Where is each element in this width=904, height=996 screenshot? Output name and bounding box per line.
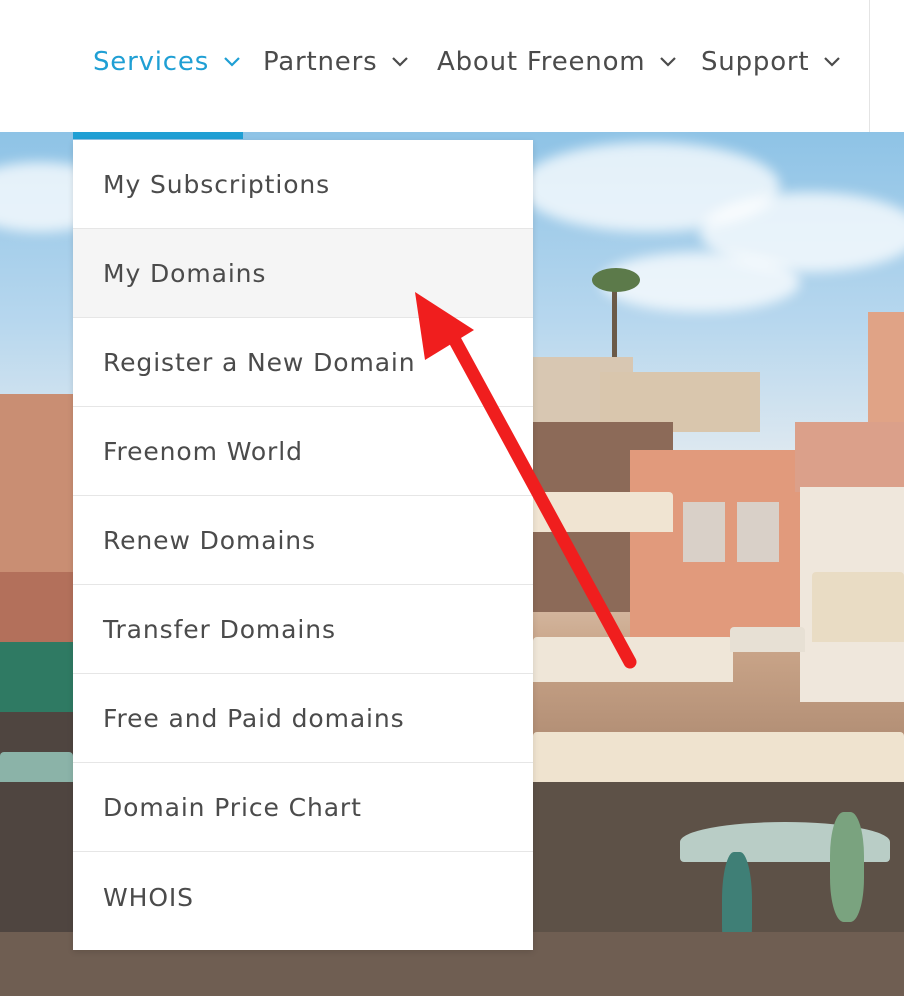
- menu-item-label: Freenom World: [103, 436, 303, 466]
- menu-item-label: Domain Price Chart: [103, 792, 362, 822]
- menu-item-renew-domains[interactable]: Renew Domains: [73, 496, 533, 585]
- menu-item-my-subscriptions[interactable]: My Subscriptions: [73, 140, 533, 229]
- nav-partners[interactable]: Partners: [263, 40, 409, 84]
- nav-support-label: Support: [701, 47, 810, 77]
- menu-item-label: My Subscriptions: [103, 169, 331, 199]
- menu-item-label: Free and Paid domains: [103, 703, 405, 733]
- nav-services[interactable]: Services: [93, 40, 241, 84]
- menu-item-freenom-world[interactable]: Freenom World: [73, 407, 533, 496]
- nav-services-label: Services: [93, 47, 210, 77]
- menu-item-whois[interactable]: WHOIS: [73, 852, 533, 942]
- menu-item-label: Transfer Domains: [103, 614, 336, 644]
- menu-item-label: My Domains: [103, 258, 267, 288]
- active-nav-indicator: [73, 132, 243, 139]
- nav-about-label: About Freenom: [437, 47, 646, 77]
- chevron-down-icon: [823, 56, 841, 68]
- chevron-down-icon: [659, 56, 677, 68]
- header-divider: [869, 0, 870, 132]
- nav-support[interactable]: Support: [701, 40, 841, 84]
- menu-item-label: Register a New Domain: [103, 347, 416, 377]
- menu-item-label: WHOIS: [103, 882, 194, 912]
- chevron-down-icon: [391, 56, 409, 68]
- services-dropdown-menu: My Subscriptions My Domains Register a N…: [73, 140, 533, 950]
- menu-item-register-new-domain[interactable]: Register a New Domain: [73, 318, 533, 407]
- menu-item-domain-price-chart[interactable]: Domain Price Chart: [73, 763, 533, 852]
- nav-partners-label: Partners: [263, 47, 378, 77]
- menu-item-label: Renew Domains: [103, 525, 316, 555]
- menu-item-transfer-domains[interactable]: Transfer Domains: [73, 585, 533, 674]
- menu-item-my-domains[interactable]: My Domains: [73, 229, 533, 318]
- chevron-down-icon: [223, 56, 241, 68]
- menu-item-free-and-paid-domains[interactable]: Free and Paid domains: [73, 674, 533, 763]
- site-header: Services Partners About Freenom Support: [0, 0, 904, 132]
- nav-about-freenom[interactable]: About Freenom: [437, 40, 677, 84]
